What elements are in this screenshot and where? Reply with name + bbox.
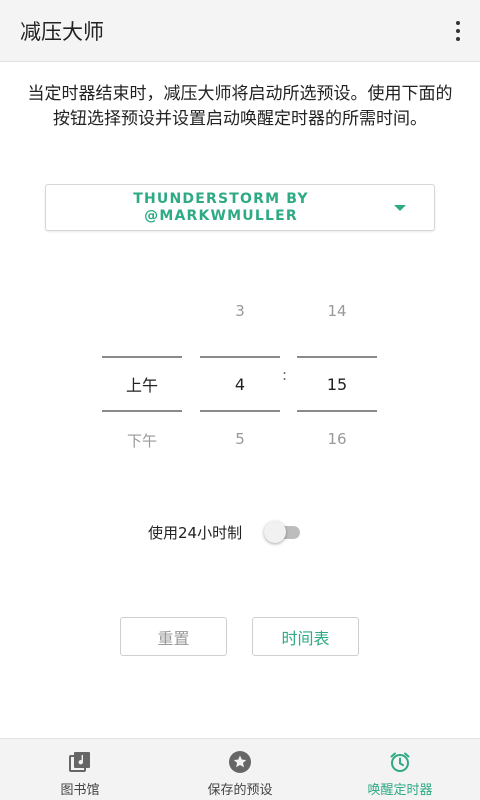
time-separator: : — [282, 366, 288, 384]
star-icon — [227, 749, 253, 775]
hour-current[interactable]: 4 — [200, 356, 280, 412]
minute-next[interactable]: 16 — [297, 430, 377, 448]
ampm-current[interactable]: 上午 — [102, 356, 182, 412]
reset-button[interactable]: 重置 — [120, 617, 227, 656]
nav-label-wake-timer: 唤醒定时器 — [367, 783, 433, 798]
hour-next[interactable]: 5 — [200, 430, 280, 448]
description-text: 当定时器结束时，减压大师将启动所选预设。使用下面的按钮选择预设并设置启动唤醒定时… — [27, 84, 453, 129]
minute-current[interactable]: 15 — [297, 356, 377, 412]
nav-item-wake-timer[interactable]: 唤醒定时器 — [355, 739, 445, 800]
alarm-clock-icon — [387, 749, 413, 775]
bottom-nav: 图书馆 保存的预设 唤醒定时器 — [0, 738, 480, 800]
nav-item-library[interactable]: 图书馆 — [50, 739, 110, 800]
nav-label-library: 图书馆 — [60, 783, 100, 798]
app-title: 减压大师 — [20, 19, 104, 44]
nav-label-saved-presets: 保存的预设 — [207, 783, 273, 798]
music-library-icon — [67, 749, 93, 775]
toggle-24h-switch[interactable] — [264, 521, 304, 543]
switch-thumb — [264, 521, 287, 543]
ampm-next[interactable]: 下午 — [102, 430, 182, 451]
schedule-button[interactable]: 时间表 — [252, 617, 359, 656]
toggle-24h-label: 使用24小时制 — [148, 523, 243, 542]
toggle-24h-row: 使用24小时制 — [148, 519, 304, 545]
dropdown-caret-icon — [394, 205, 406, 211]
preset-dropdown[interactable]: THUNDERSTORM BY @MARKWMULLER — [45, 184, 435, 231]
app-bar: 减压大师 — [0, 0, 480, 62]
nav-item-saved-presets[interactable]: 保存的预设 — [190, 739, 290, 800]
preset-selected-label: THUNDERSTORM BY @MARKWMULLER — [133, 191, 309, 224]
minute-prev[interactable]: 14 — [297, 302, 377, 320]
more-vert-icon[interactable] — [450, 17, 466, 45]
hour-prev[interactable]: 3 — [200, 302, 280, 320]
